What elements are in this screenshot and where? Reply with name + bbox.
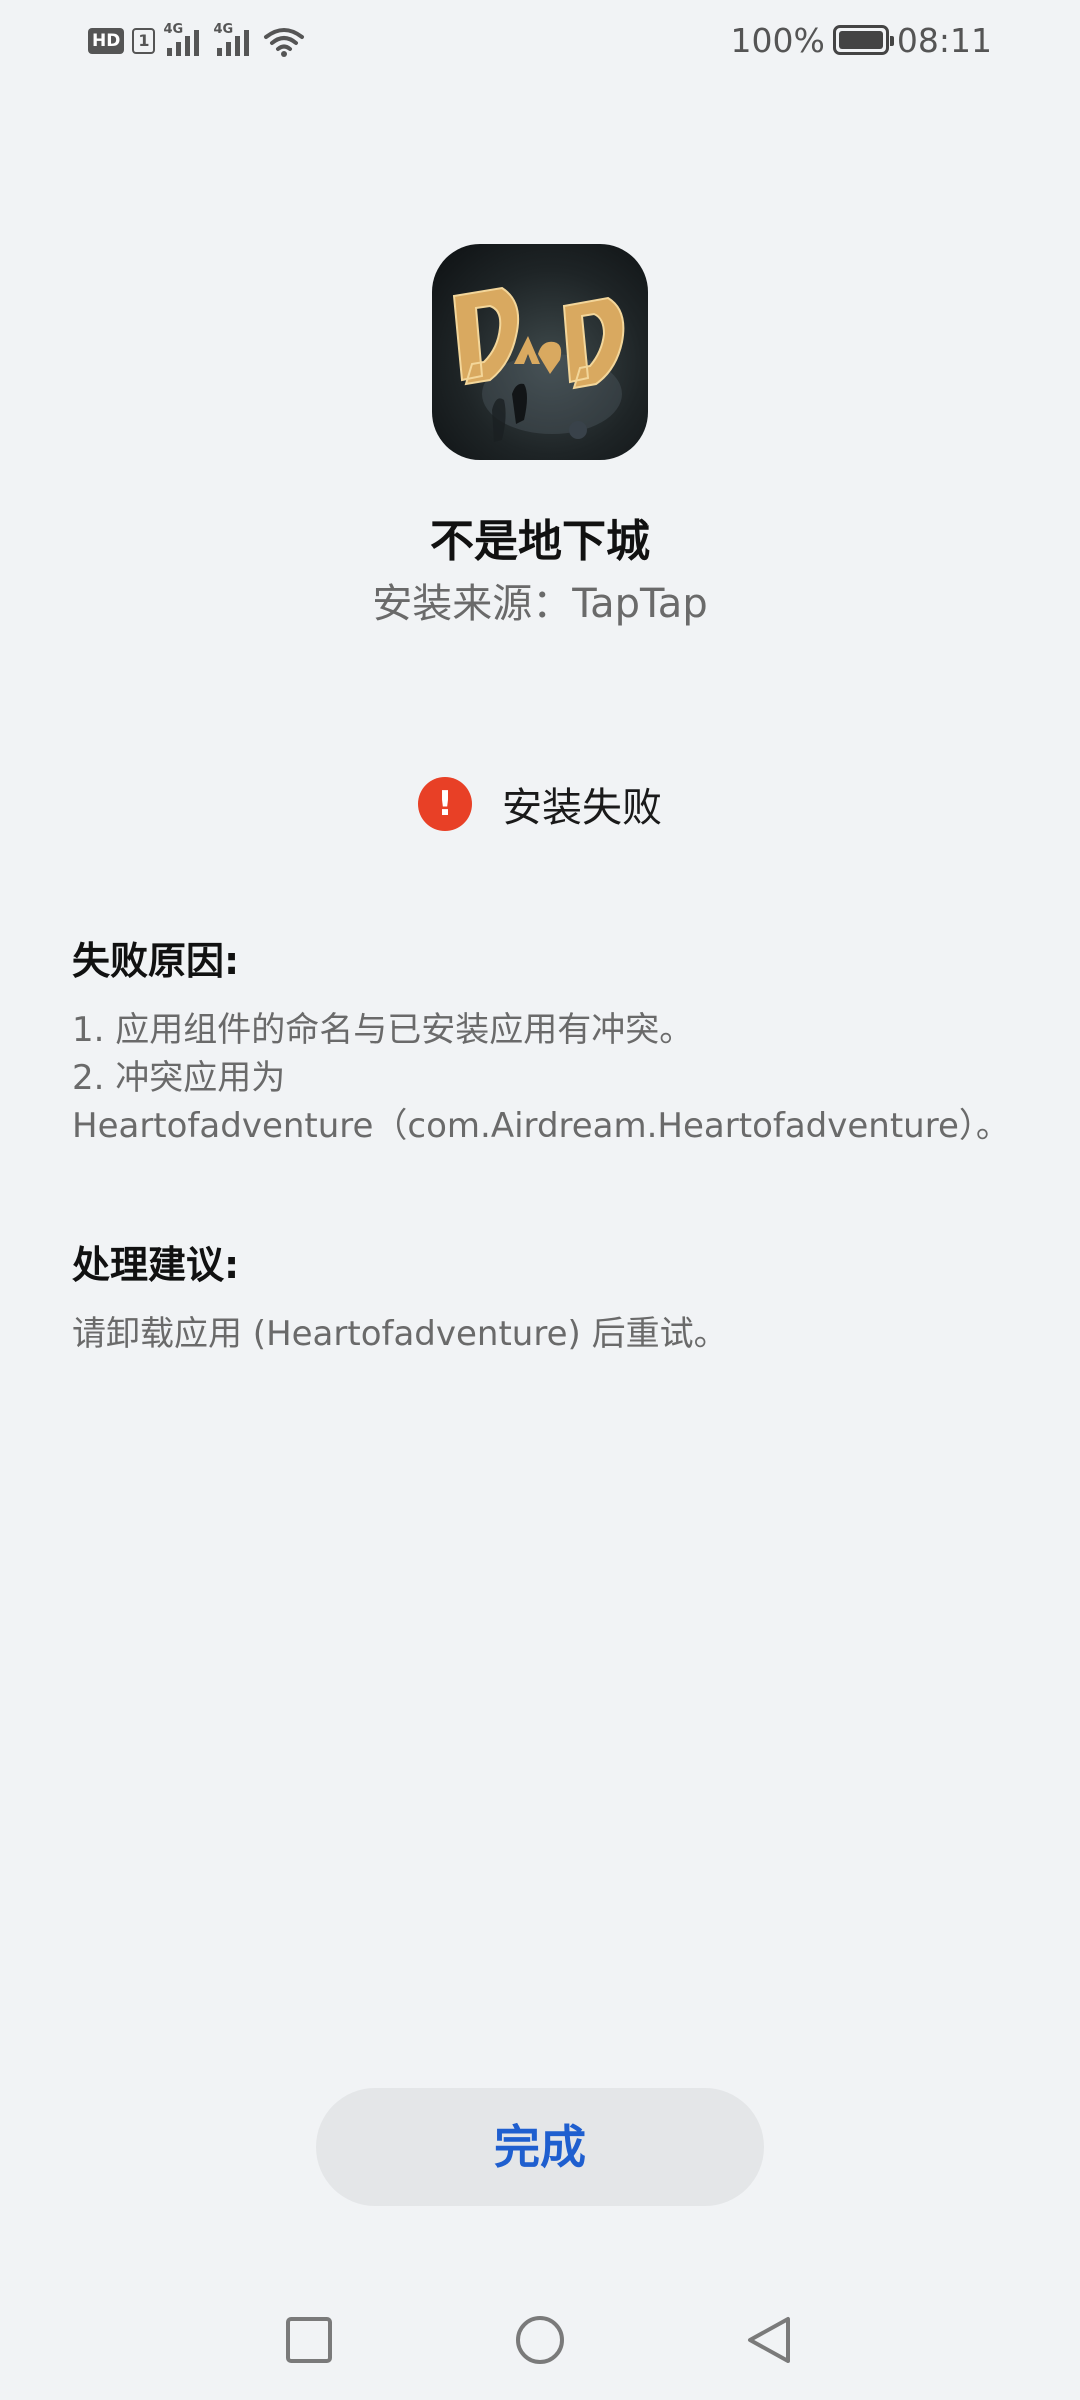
app-name: 不是地下城 [430, 516, 650, 567]
battery-percent: 100% [730, 20, 825, 60]
install-status-text: 安装失败 [502, 785, 662, 831]
back-icon[interactable] [744, 2314, 796, 2366]
failure-reason-section: 失败原因: 1. 应用组件的命名与已安装应用有冲突。 2. 冲突应用为 Hear… [72, 934, 1040, 1150]
advice-line: 请卸载应用 (Heartofadventure) 后重试。 [72, 1314, 728, 1354]
failure-reason-line: Heartofadventure（com.Airdream.Heartofadv… [72, 1106, 1010, 1146]
failure-reason-title: 失败原因: [72, 939, 240, 983]
install-source: 安装来源：TapTap [372, 581, 708, 627]
error-icon: ! [418, 777, 472, 831]
signal-icon: 4G [213, 22, 255, 58]
navigation-bar [0, 2300, 1080, 2380]
failure-reason-body: 1. 应用组件的命名与已安装应用有冲突。 2. 冲突应用为 Heartofadv… [72, 1006, 1040, 1150]
failure-reason-line: 2. 冲突应用为 [72, 1058, 286, 1098]
recent-apps-icon[interactable] [283, 2314, 335, 2366]
battery-icon [832, 25, 894, 55]
network-type-label: 4G [213, 22, 234, 37]
advice-section: 处理建议: 请卸载应用 (Heartofadventure) 后重试。 [72, 1238, 1040, 1358]
failure-reason-line: 1. 应用组件的命名与已安装应用有冲突。 [72, 1010, 694, 1050]
done-button[interactable]: 完成 [316, 2088, 764, 2206]
status-bar: HD 1 4G 4G 100% 08:11 [0, 0, 1080, 80]
install-result: ! 安装失败 [0, 776, 1080, 832]
battery-level [838, 31, 883, 49]
signal-icon: 4G [163, 22, 205, 58]
status-bar-left: HD 1 4G 4G [88, 22, 305, 58]
network-type-label: 4G [163, 22, 184, 37]
advice-title: 处理建议: [72, 1243, 240, 1287]
status-bar-right: 100% 08:11 [731, 18, 992, 62]
hd-icon: HD [88, 28, 125, 54]
dnd-app-icon [432, 244, 648, 460]
clock: 08:11 [896, 20, 992, 60]
home-icon[interactable] [514, 2314, 566, 2366]
wifi-icon [263, 26, 305, 58]
sim-icon: 1 [132, 28, 156, 54]
advice-body: 请卸载应用 (Heartofadventure) 后重试。 [72, 1310, 1040, 1358]
